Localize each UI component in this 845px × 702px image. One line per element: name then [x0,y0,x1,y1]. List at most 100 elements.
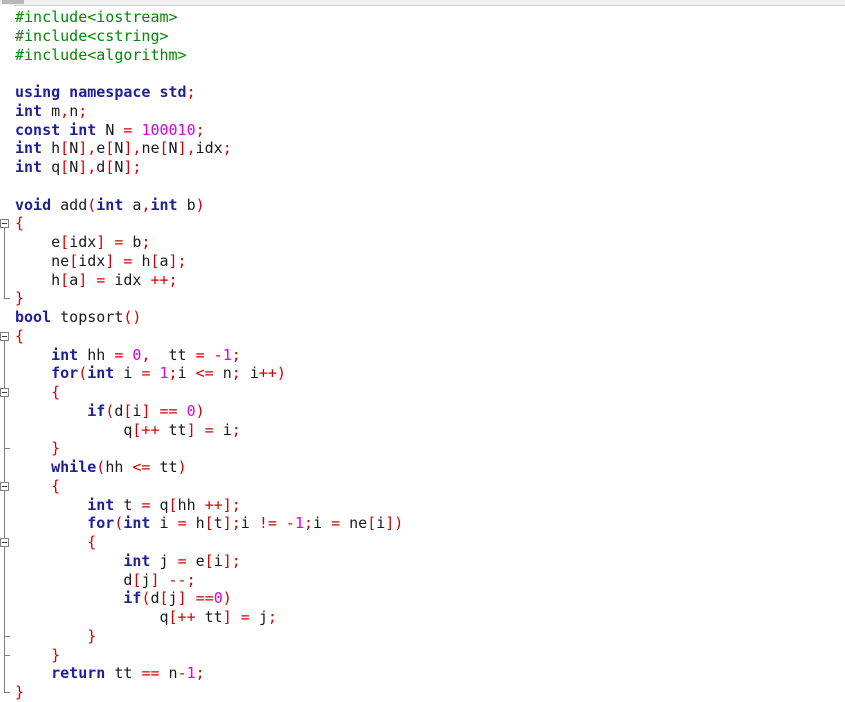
code-line[interactable] [15,64,403,83]
code-token: } [15,626,97,645]
code-token: tt [159,458,178,476]
code-line[interactable]: int h[N],e[N],ne[N],idx; [15,139,403,158]
code-token: i [249,364,259,383]
code-token: #include<iostream> [15,8,178,26]
code-line[interactable]: void add(int a,int b) [15,196,403,215]
code-line[interactable]: ne[idx] = h[a]; [15,252,403,271]
code-token: ] = [186,420,223,439]
code-token: tt [114,664,142,683]
code-line[interactable]: while(hh <= tt) [15,458,403,477]
code-line[interactable]: #include<iostream> [15,8,403,27]
code-line[interactable]: for(int i = h[t];i != -1;i = ne[i]) [15,514,403,533]
fold-collapse-icon[interactable] [0,219,9,229]
code-line[interactable]: int j = e[i]; [15,552,403,571]
code-token: ( [105,401,115,420]
code-token: ; [195,120,205,139]
code-token: a [69,270,79,289]
code-token: const int [15,120,106,139]
code-token: ; [231,364,250,383]
top-bar-marker [2,0,24,4]
code-line[interactable]: } [15,627,403,646]
code-line[interactable]: } [15,439,403,458]
code-token: ; [267,608,277,626]
code-line[interactable]: int q[N],d[N]; [15,158,403,177]
code-token: [ [105,139,115,158]
code-token: n [69,101,79,120]
code-token: t [213,514,223,533]
code-line[interactable]: int hh = 0, tt = -1; [15,346,403,365]
code-token: ; [195,664,205,683]
code-token: ; [231,420,241,439]
code-line[interactable]: #include<algorithm> [15,46,403,65]
fold-collapse-icon[interactable] [0,538,9,547]
code-token: int [15,158,52,176]
code-line[interactable]: { [15,477,403,496]
code-token: add [60,195,88,214]
code-line[interactable]: h[a] = idx ++; [15,271,403,290]
code-line[interactable] [15,177,403,196]
code-token: ( [78,364,88,383]
code-token: ] = [78,270,115,289]
code-token: idx [114,270,151,289]
code-token: ]; [222,551,241,570]
code-token: m [51,101,61,120]
code-token: ne [141,139,160,158]
code-token: 100010 [141,120,196,139]
code-token: ], [123,139,142,158]
code-token: { [15,383,61,401]
code-line[interactable]: const int N = 100010; [15,121,403,140]
code-token: , [141,345,169,364]
code-token: <= [195,364,223,383]
code-token: n [168,664,178,683]
code-token: 1 [222,345,232,364]
code-token: = [331,514,350,533]
code-line[interactable]: if(d[i] == 0) [15,402,403,421]
code-line[interactable]: } [15,289,403,308]
code-line[interactable]: bool topsort() [15,308,403,327]
code-token: ]; [222,514,241,533]
fold-gutter [0,5,14,701]
code-token: ] --; [150,570,196,589]
code-token: } [15,439,61,458]
code-token: h [51,139,61,158]
fold-collapse-icon[interactable] [0,481,9,491]
code-line[interactable]: int m,n; [15,102,403,121]
code-token: int [87,364,124,383]
code-token: = [114,345,133,364]
code-line[interactable]: { [15,383,403,402]
code-token: = [177,514,196,533]
fold-collapse-icon[interactable] [0,331,9,341]
code-line[interactable]: if(d[j] ==0) [15,589,403,608]
code-token: { [15,214,25,233]
code-token: () [123,308,142,326]
code-line[interactable]: { [15,327,403,346]
code-token: i [123,364,142,383]
code-line[interactable]: { [15,214,403,233]
code-token: tt [168,345,196,364]
code-line[interactable]: using namespace std; [15,83,403,102]
code-token: h [15,270,61,289]
code-token: ]) [385,514,404,533]
code-line[interactable]: q[++ tt] = j; [15,608,403,627]
code-token: e [195,551,205,570]
code-token: ]; [123,158,142,176]
code-line[interactable]: } [15,646,403,665]
code-line[interactable]: for(int i = 1;i <= n; i++) [15,364,403,383]
code-area[interactable]: #include<iostream> #include<cstring> #incl… [15,8,403,702]
code-token: ], [78,158,97,176]
code-line[interactable]: q[++ tt] = i; [15,421,403,440]
code-line[interactable]: #include<cstring> [15,27,403,46]
code-token: d [15,570,133,589]
code-token: int [51,345,88,364]
code-token: 0 [186,401,196,420]
code-line[interactable]: { [15,533,403,552]
code-line[interactable]: d[j] --; [15,571,403,590]
code-token: , [60,101,70,120]
code-token: != - [258,514,295,533]
code-line[interactable]: e[idx] = b; [15,233,403,252]
code-token: #include<algorithm> [15,45,187,64]
fold-collapse-icon[interactable] [0,388,9,397]
code-line[interactable]: return tt == n-1; [15,664,403,683]
code-line[interactable]: } [15,683,403,702]
code-line[interactable]: int t = q[hh ++]; [15,496,403,515]
